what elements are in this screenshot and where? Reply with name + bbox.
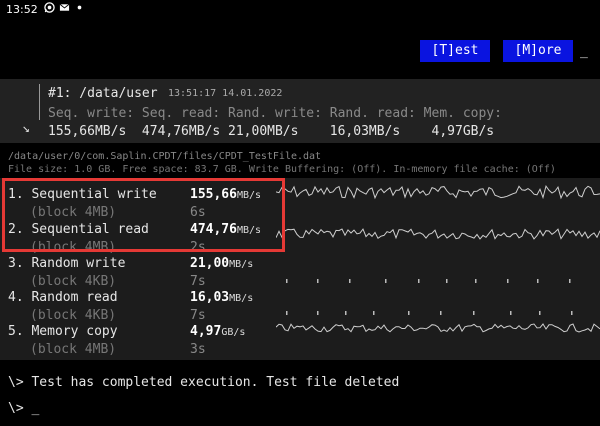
notification-dot-icon <box>77 5 82 10</box>
seq-read-graph <box>276 228 600 240</box>
result-value: 21,00MB/s <box>190 256 254 271</box>
file-info: File size: 1.0 GB. Free space: 83.7 GB. … <box>8 164 556 175</box>
whatsapp-icon <box>44 2 55 13</box>
result-value: 16,03MB/s <box>190 290 254 305</box>
toolbar-cursor: _ <box>580 44 588 59</box>
summary-timestamp: 13:51:17 14.01.2022 <box>168 88 283 99</box>
result-time: 7s <box>190 274 206 289</box>
file-path: /data/user/0/com.Saplin.CPDT/files/CPDT_… <box>8 151 322 162</box>
result-block: (block 4KB) <box>30 274 117 289</box>
result-name: 3. Random write <box>8 256 126 271</box>
expand-arrow-icon[interactable]: ↘ <box>22 121 30 136</box>
result-name: 5. Memory copy <box>8 324 118 339</box>
status-icons <box>44 2 85 13</box>
result-time: 3s <box>190 342 206 357</box>
mail-icon <box>59 3 70 11</box>
summary-divider <box>39 84 40 120</box>
status-time: 13:52 <box>6 3 38 16</box>
summary-values: 155,66MB/s 474,76MB/s 21,00MB/s 16,03MB/… <box>48 124 495 139</box>
result-block: (block 4KB) <box>30 308 117 323</box>
command-prompt[interactable]: \> _ <box>8 401 39 416</box>
random-write-graph <box>286 279 571 283</box>
log-message: \> Test has completed execution. Test fi… <box>8 375 400 390</box>
summary-headers: Seq. write: Seq. read: Rand. write: Rand… <box>48 106 502 121</box>
result-block: (block 4MB) <box>30 342 117 357</box>
summary-title: #1: /data/user <box>48 86 158 101</box>
more-button[interactable]: [M]ore <box>503 40 573 62</box>
seq-write-graph <box>276 184 600 200</box>
random-read-graph <box>286 311 573 315</box>
result-value: 4,97GB/s <box>190 324 246 339</box>
highlight-box <box>2 178 285 252</box>
memory-copy-graph <box>276 323 600 333</box>
test-button[interactable]: [T]est <box>420 40 490 62</box>
result-time: 7s <box>190 308 206 323</box>
result-name: 4. Random read <box>8 290 118 305</box>
